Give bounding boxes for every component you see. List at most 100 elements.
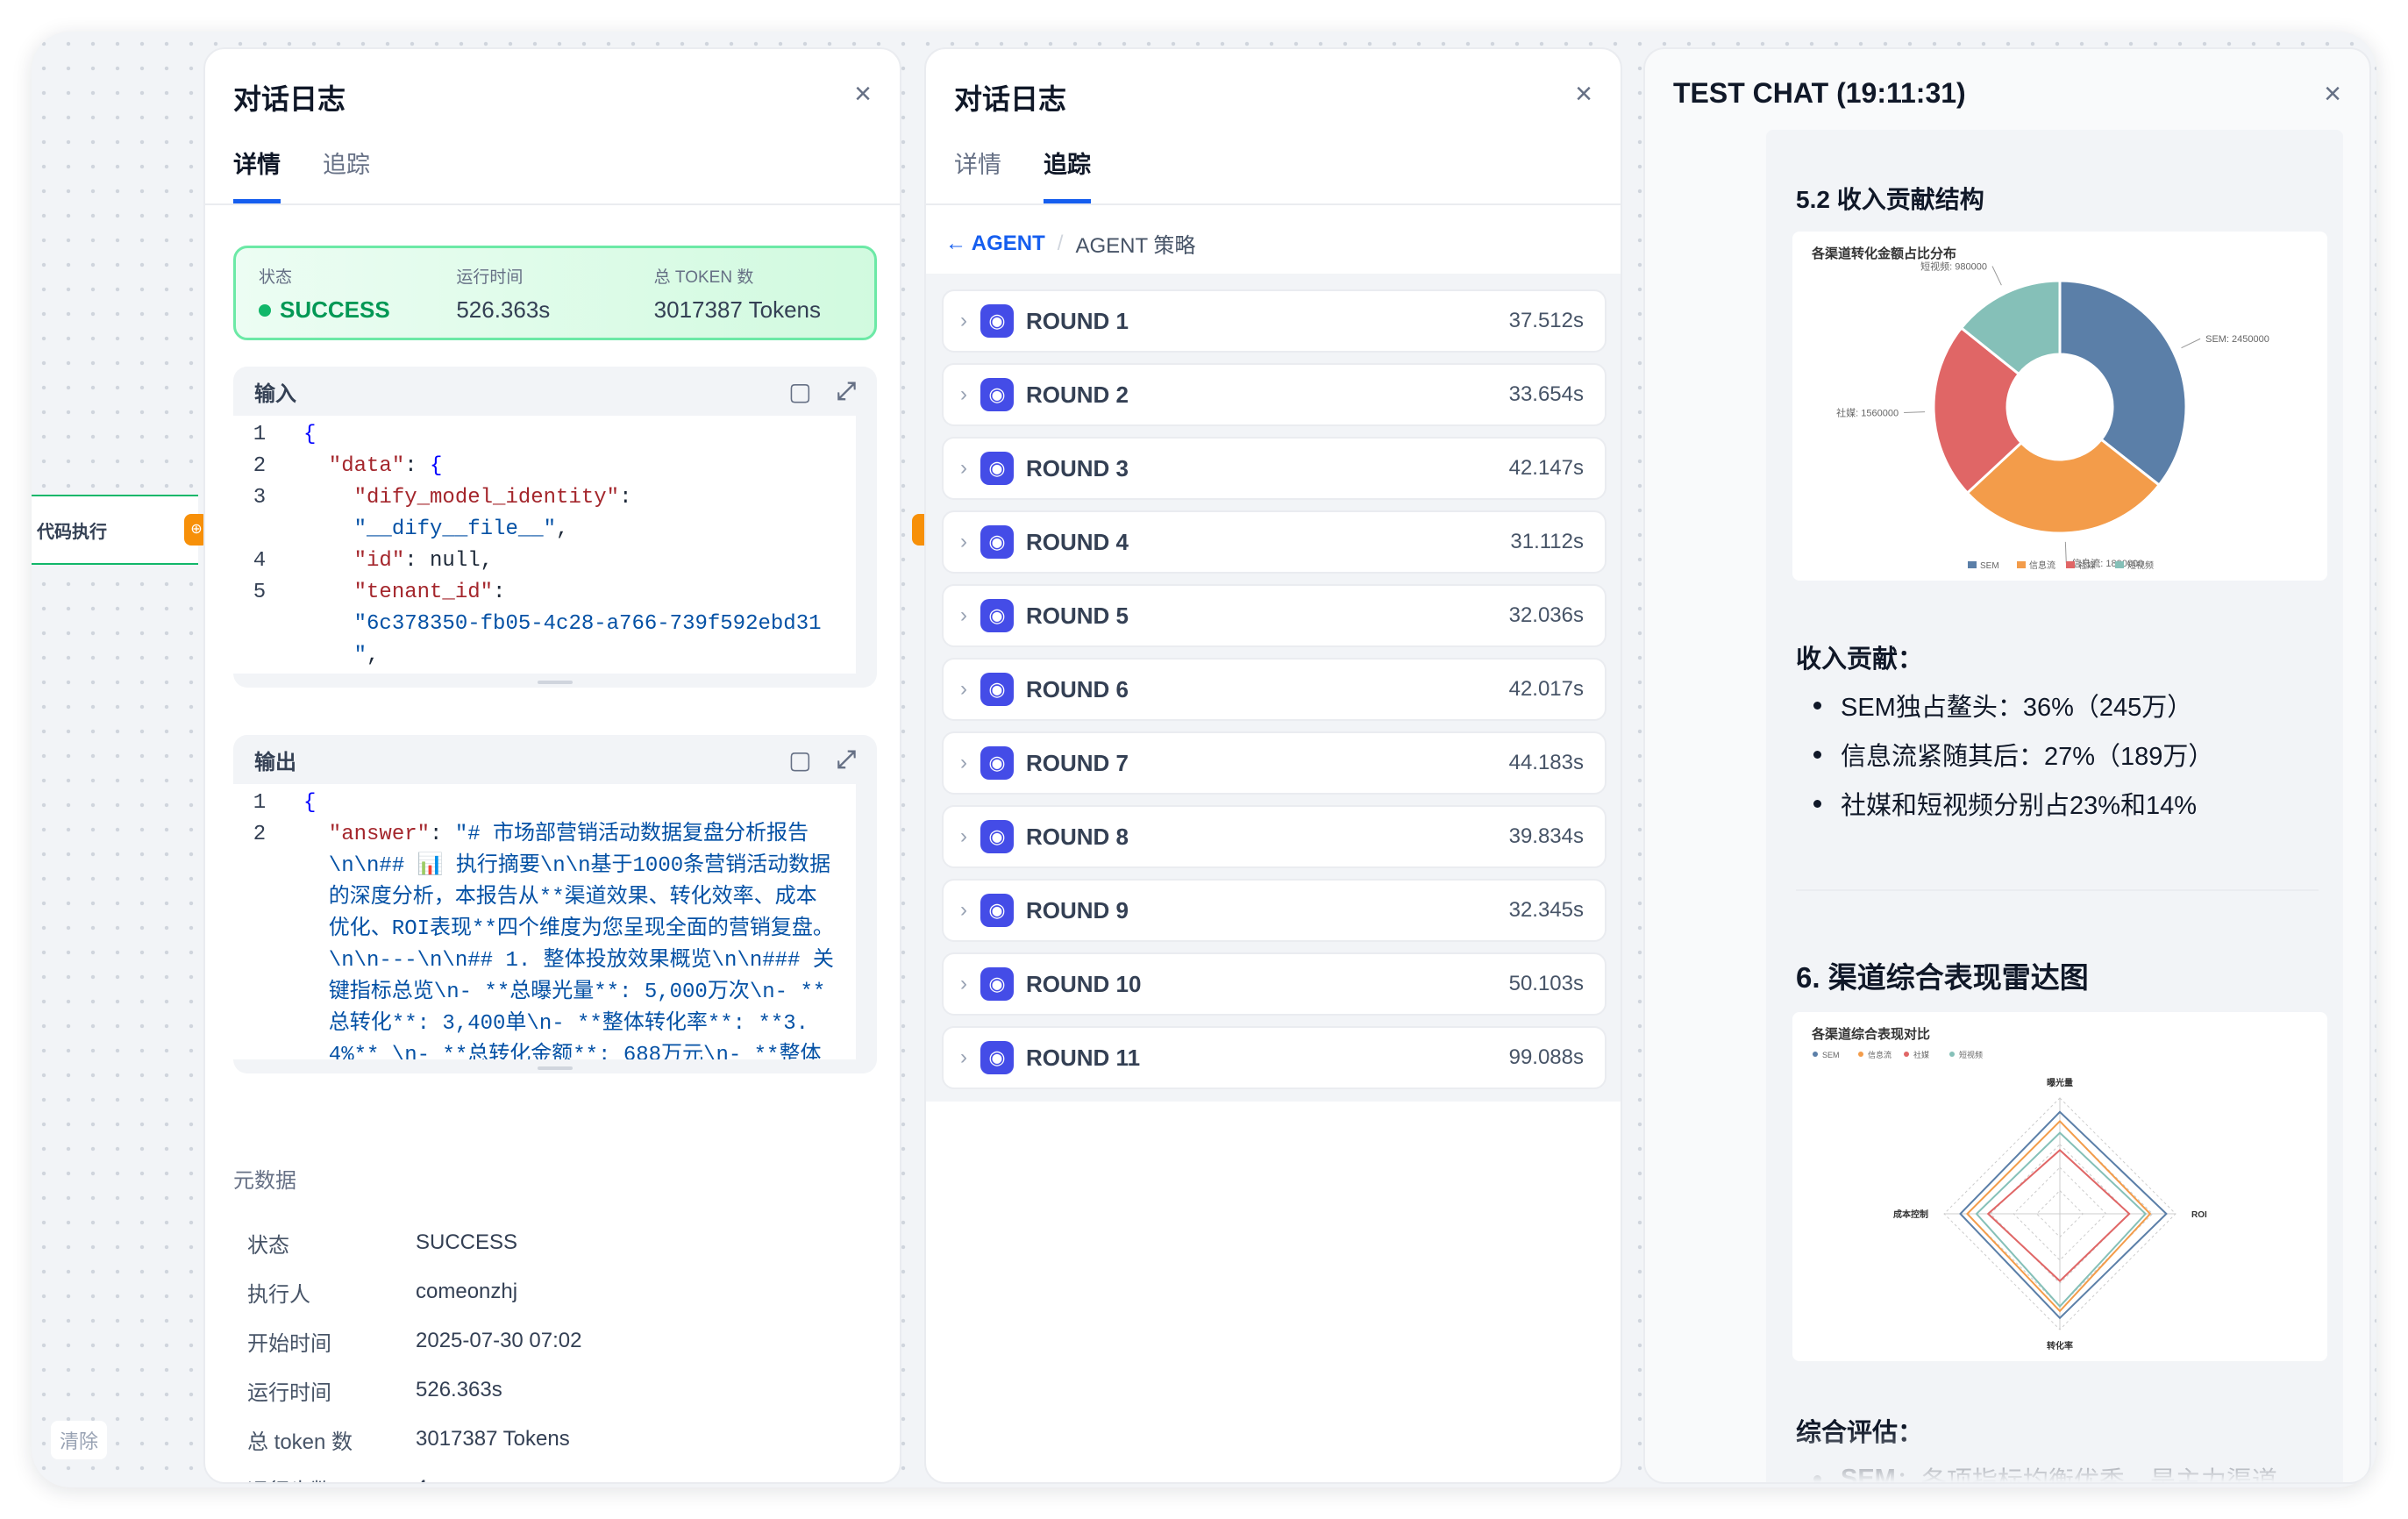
tab-trace[interactable]: 追踪: [323, 146, 370, 203]
round-item[interactable]: › ◉ ROUND 8 39.834s: [942, 805, 1607, 868]
tab-trace[interactable]: 追踪: [1044, 146, 1091, 203]
pie-slice-label: 短视频: 980000: [1920, 260, 1987, 273]
metadata-value: 2025-07-30 07:02: [416, 1329, 582, 1352]
metadata-value: 3017387 Tokens: [416, 1427, 570, 1451]
round-item[interactable]: › ◉ ROUND 6 42.017s: [942, 658, 1607, 721]
round-item[interactable]: › ◉ ROUND 1 37.512s: [942, 289, 1607, 353]
round-item[interactable]: › ◉ ROUND 2 33.654s: [942, 363, 1607, 426]
copy-icon[interactable]: ▢: [788, 745, 811, 774]
divider: [926, 203, 1621, 205]
legend-label: 社媒: [2078, 560, 2096, 571]
output-code-editor[interactable]: 1 {2 "answer": "# 市场部营销活动数据复盘分析报告 \n\n## …: [233, 784, 856, 1059]
tab-details[interactable]: 详情: [233, 146, 281, 203]
workflow-canvas[interactable]: 代码执行 ⊕ 清除 对话日志 × 详情 追踪 状态 SUCCESS 运行时间 5…: [32, 32, 2376, 1487]
clear-button[interactable]: 清除: [51, 1421, 108, 1459]
round-duration: 33.654s: [1508, 382, 1584, 406]
legend-label: 短视频: [1959, 1050, 1983, 1059]
list-item: 信息流紧随其后：27%（189万）: [1796, 730, 2213, 779]
legend-swatch: [1904, 1052, 1909, 1057]
round-item[interactable]: › ◉ ROUND 7 44.183s: [942, 731, 1607, 795]
round-item[interactable]: › ◉ ROUND 3 42.147s: [942, 437, 1607, 500]
metadata-value: SUCCESS: [416, 1230, 518, 1254]
breadcrumb: ← AGENT / AGENT 策略: [945, 228, 1195, 259]
round-item[interactable]: › ◉ ROUND 10 50.103s: [942, 952, 1607, 1016]
code-token: 优化、ROI表现**四个维度为您呈现全面的营销复盘。: [303, 917, 834, 941]
pie-slice-label: 社媒: 1560000: [1836, 407, 1899, 419]
round-name: ROUND 9: [1026, 896, 1129, 924]
expand-icon[interactable]: ⤢: [837, 377, 856, 406]
panel-title: 对话日志: [954, 83, 1067, 115]
output-code-box: 输出 ▢ ⤢ 1 {2 "answer": "# 市场部营销活动数据复盘分析报告 \…: [233, 735, 877, 1073]
expand-icon[interactable]: ⤢: [837, 745, 856, 774]
pie-slice-label: SEM: 2450000: [2205, 334, 2269, 345]
resize-handle[interactable]: [538, 681, 573, 684]
legend-label: 社媒: [1913, 1050, 1929, 1059]
close-icon[interactable]: ×: [854, 79, 872, 109]
list-item-text: SEM独占鳌头：36%（245万）: [1841, 694, 2193, 722]
metadata-key: 运行时间: [247, 1380, 331, 1405]
metadata-value: 4: [416, 1476, 427, 1482]
chevron-right-icon[interactable]: ›: [951, 603, 977, 628]
line-number: 2: [253, 823, 267, 846]
legend-label: 短视频: [2127, 560, 2154, 571]
tokens-value: 3017387 Tokens: [653, 296, 822, 323]
code-line: 总转化**: 3,400单\n- **整体转化率**: **3.: [303, 1009, 856, 1040]
close-icon[interactable]: ×: [1575, 79, 1592, 109]
chevron-right-icon[interactable]: ›: [951, 972, 977, 996]
pie-label-line: [2064, 541, 2067, 563]
code-execution-node[interactable]: 代码执行: [32, 495, 198, 565]
chat-message[interactable]: 5.2 收入贡献结构 各渠道转化金额占比分布 SEM: 2450000 信息流: …: [1766, 130, 2343, 1482]
line-number: 5: [253, 581, 267, 604]
round-item[interactable]: › ◉ ROUND 9 32.345s: [942, 879, 1607, 942]
pie-chart-image: 各渠道转化金额占比分布 SEM: 2450000 信息流: 1890000 社媒: …: [1792, 232, 2327, 581]
chevron-right-icon[interactable]: ›: [951, 677, 977, 702]
code-token: "6c378350-fb05-4c28-a766-739f592ebd31: [303, 612, 822, 636]
divider: [1796, 889, 2319, 891]
round-item[interactable]: › ◉ ROUND 11 99.088s: [942, 1026, 1607, 1089]
back-to-agent-link[interactable]: ← AGENT: [945, 232, 1045, 256]
metadata-key: 开始时间: [247, 1331, 331, 1356]
code-token: ,: [556, 517, 569, 541]
tab-details[interactable]: 详情: [954, 146, 1001, 203]
line-number: 3: [253, 486, 267, 510]
round-item[interactable]: › ◉ ROUND 4 31.112s: [942, 510, 1607, 574]
line-number: 2: [253, 454, 267, 478]
resize-handle[interactable]: [538, 1066, 573, 1070]
round-duration: 31.112s: [1510, 530, 1584, 553]
chevron-right-icon[interactable]: ›: [951, 898, 977, 923]
round-duration: 42.017s: [1508, 677, 1584, 701]
pie-label-line: [2181, 338, 2201, 349]
metadata-row: 执行人 comeonzhj: [233, 1267, 877, 1316]
chevron-right-icon[interactable]: ›: [951, 824, 977, 849]
input-code-editor[interactable]: 1{2 "data": {3 "dify_model_identity": "_…: [233, 416, 856, 674]
section-heading: 6. 渠道综合表现雷达图: [1796, 961, 2089, 994]
copy-icon[interactable]: ▢: [788, 377, 811, 406]
panel-title: TEST CHAT (19:11:31): [1673, 77, 1966, 109]
chevron-right-icon[interactable]: ›: [951, 309, 977, 333]
metadata-key: 运行步数: [233, 1473, 416, 1483]
agent-brain-icon: ◉: [980, 820, 1014, 853]
panel-title: 对话日志: [233, 83, 346, 115]
code-token: {: [303, 423, 317, 446]
chevron-right-icon[interactable]: ›: [951, 530, 977, 554]
metadata-row: 运行步数4: [233, 1464, 877, 1483]
code-line: 的深度分析，本报告从**渠道效果、转化效率、成本: [303, 882, 856, 914]
chevron-right-icon[interactable]: ›: [951, 456, 977, 481]
round-item[interactable]: › ◉ ROUND 5 32.036s: [942, 584, 1607, 647]
round-duration: 32.345s: [1508, 898, 1584, 922]
code-token: 4%** \n- **总转化金额**: 688万元\n- **整体: [303, 1044, 822, 1059]
code-token: {: [303, 791, 317, 815]
code-token: 的深度分析，本报告从**渠道效果、转化效率、成本: [303, 886, 817, 909]
legend-label: 信息流: [1868, 1050, 1891, 1059]
chevron-right-icon[interactable]: ›: [951, 751, 977, 775]
radar-axis-label: 曝光量: [2047, 1077, 2073, 1088]
metadata-value: comeonzhj: [416, 1280, 518, 1303]
chevron-right-icon[interactable]: ›: [951, 1045, 977, 1070]
log-detail-panel: 对话日志 × 详情 追踪 状态 SUCCESS 运行时间 526.363s 总 …: [203, 47, 901, 1484]
close-icon[interactable]: ×: [2324, 79, 2341, 109]
metadata-row: 状态 SUCCESS: [233, 1218, 877, 1267]
round-duration: 32.036s: [1508, 603, 1584, 627]
legend-swatch: [2066, 561, 2075, 568]
agent-brain-icon: ◉: [980, 378, 1014, 411]
chevron-right-icon[interactable]: ›: [951, 382, 977, 407]
